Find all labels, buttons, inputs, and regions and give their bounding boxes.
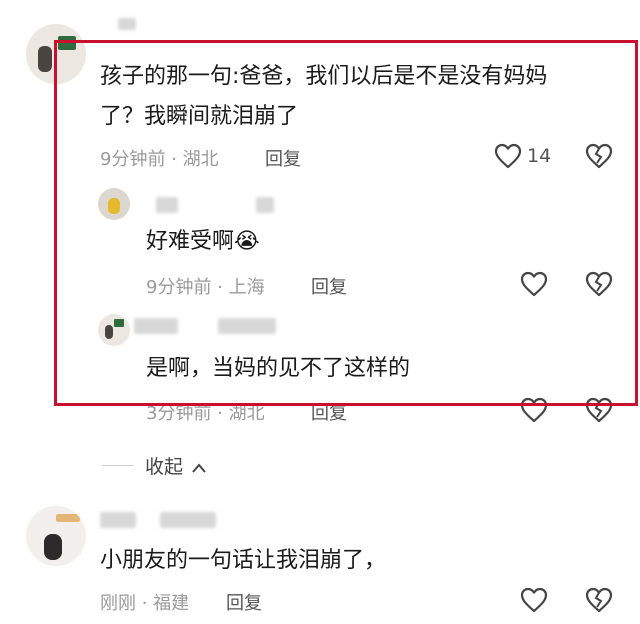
comment-text-continued: 了？我瞬间就泪崩了 [100,104,299,129]
comment-meta: 刚刚 · 福建 [100,593,190,614]
reply-button[interactable]: 回复 [311,273,347,299]
broken-heart-icon[interactable] [585,397,613,423]
avatar-main-commenter[interactable] [26,24,86,84]
heart-outline-icon[interactable] [494,143,522,169]
username-blurred [156,197,178,213]
username-blurred [134,318,178,334]
crying-emoji-icon: 😭 [234,229,260,254]
collapse-divider [102,465,134,466]
reply-meta: 9分钟前 · 上海 [146,277,265,298]
avatar-second-commenter[interactable] [26,506,86,566]
reply-button[interactable]: 回复 [265,145,301,171]
broken-heart-icon[interactable] [585,143,613,169]
reply-meta: 3分钟前 · 湖北 [146,403,265,424]
username-blurred [100,512,136,528]
heart-outline-icon[interactable] [520,271,548,297]
username-blurred [160,512,216,528]
username-blurred [218,318,276,334]
reply-text: 好难受啊😭 [146,226,260,258]
heart-outline-icon[interactable] [520,397,548,423]
comment-text: 小朋友的一句话让我泪崩了， [100,548,387,573]
reply-button[interactable]: 回复 [311,399,347,425]
highlight-box [54,40,638,406]
collapse-label: 收起 [145,456,184,478]
broken-heart-icon[interactable] [585,271,613,297]
avatar-reply2[interactable] [98,314,130,346]
chevron-up-icon [192,462,206,473]
like-count: 14 [527,145,552,167]
comment-meta: 9分钟前 · 湖北 [100,149,219,170]
broken-heart-icon[interactable] [585,587,613,613]
heart-outline-icon[interactable] [520,587,548,613]
comment-text: 孩子的那一句:爸爸，我们以后是不是没有妈妈 [100,64,548,89]
username-blurred [118,18,136,30]
reply-button[interactable]: 回复 [226,589,262,615]
reply-text: 是啊，当妈的见不了这样的 [146,356,411,381]
avatar-reply1[interactable] [98,188,130,220]
reply-text-content: 好难受啊 [146,229,235,254]
username-blurred [256,197,274,213]
collapse-button[interactable]: 收起 [145,452,207,479]
